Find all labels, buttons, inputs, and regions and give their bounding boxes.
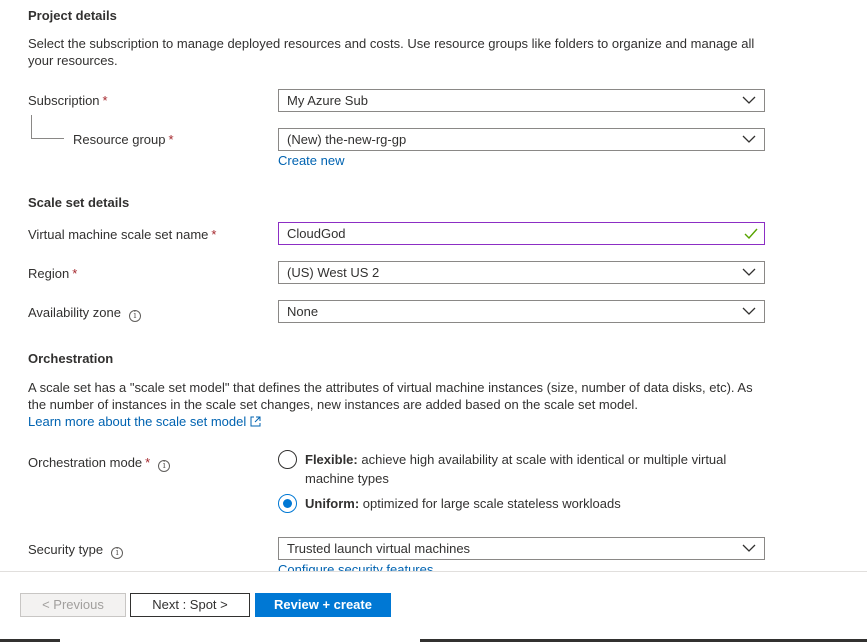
tree-connector: [31, 115, 64, 139]
learn-more-link[interactable]: Learn more about the scale set model: [28, 414, 261, 429]
security-type-label-text: Security type: [28, 542, 104, 557]
info-icon[interactable]: i: [111, 547, 124, 559]
scale-set-name-value: CloudGod: [287, 226, 346, 241]
region-value: (US) West US 2: [287, 265, 380, 280]
required-marker: *: [102, 93, 108, 108]
uniform-option-text[interactable]: Uniform: optimized for large scale state…: [305, 494, 745, 513]
create-new-link[interactable]: Create new: [278, 153, 344, 168]
flexible-title: Flexible:: [305, 452, 358, 467]
next-button[interactable]: Next : Spot >: [130, 593, 250, 617]
scale-set-name-label: Virtual machine scale set name *: [28, 227, 216, 242]
previous-button[interactable]: < Previous: [20, 593, 126, 617]
resource-group-value: (New) the-new-rg-gp: [287, 132, 407, 147]
form-scroll-area[interactable]: Project details Select the subscription …: [0, 0, 867, 571]
chevron-down-icon: [742, 268, 756, 276]
region-dropdown[interactable]: (US) West US 2: [278, 261, 765, 284]
region-label: Region *: [28, 266, 77, 281]
scale-set-details-heading: Scale set details: [28, 195, 130, 210]
uniform-description: optimized for large scale stateless work…: [362, 496, 621, 511]
orchestration-mode-label: Orchestration mode * i: [28, 455, 171, 472]
chevron-down-icon: [742, 135, 756, 143]
availability-zone-dropdown[interactable]: None: [278, 300, 765, 323]
security-type-label: Security type i: [28, 542, 124, 559]
availability-zone-label-text: Availability zone: [28, 305, 121, 320]
resource-group-label-text: Resource group: [73, 132, 166, 147]
required-marker: *: [168, 132, 174, 147]
security-type-value: Trusted launch virtual machines: [287, 541, 471, 556]
wizard-footer: < Previous Next : Spot > Review + create: [0, 571, 867, 642]
project-details-heading: Project details: [28, 8, 117, 23]
project-details-description: Select the subscription to manage deploy…: [28, 36, 755, 68]
subscription-label: Subscription *: [28, 93, 108, 108]
configure-security-link[interactable]: Configure security features: [278, 562, 433, 571]
scale-set-name-label-text: Virtual machine scale set name: [28, 227, 209, 242]
info-icon[interactable]: i: [128, 310, 141, 322]
resource-group-dropdown[interactable]: (New) the-new-rg-gp: [278, 128, 765, 151]
orchestration-heading: Orchestration: [28, 351, 114, 366]
required-marker: *: [211, 227, 217, 242]
region-label-text: Region: [28, 266, 70, 281]
availability-zone-label: Availability zone i: [28, 305, 141, 322]
uniform-radio[interactable]: [278, 494, 297, 513]
chevron-down-icon: [742, 96, 756, 104]
flexible-description: achieve high availability at scale with …: [305, 452, 727, 486]
availability-zone-value: None: [287, 304, 319, 319]
subscription-value: My Azure Sub: [287, 93, 368, 108]
required-marker: *: [72, 266, 78, 281]
chevron-down-icon: [742, 307, 756, 315]
flexible-option-text[interactable]: Flexible: achieve high availability at s…: [305, 450, 745, 488]
chevron-down-icon: [742, 544, 756, 552]
learn-more-link-text: Learn more about the scale set model: [28, 414, 247, 429]
orchestration-description: A scale set has a "scale set model" that…: [28, 380, 753, 412]
required-marker: *: [145, 455, 151, 470]
subscription-label-text: Subscription: [28, 93, 100, 108]
external-link-icon: [250, 416, 261, 427]
orchestration-mode-label-text: Orchestration mode: [28, 455, 143, 470]
uniform-title: Uniform:: [305, 496, 360, 511]
checkmark-icon: [744, 228, 758, 239]
security-type-dropdown[interactable]: Trusted launch virtual machines: [278, 537, 765, 560]
review-create-button[interactable]: Review + create: [255, 593, 391, 617]
subscription-dropdown[interactable]: My Azure Sub: [278, 89, 765, 112]
info-icon[interactable]: i: [158, 460, 171, 472]
flexible-radio[interactable]: [278, 450, 297, 469]
scale-set-name-input[interactable]: CloudGod: [278, 222, 765, 245]
resource-group-label: Resource group *: [73, 132, 174, 147]
